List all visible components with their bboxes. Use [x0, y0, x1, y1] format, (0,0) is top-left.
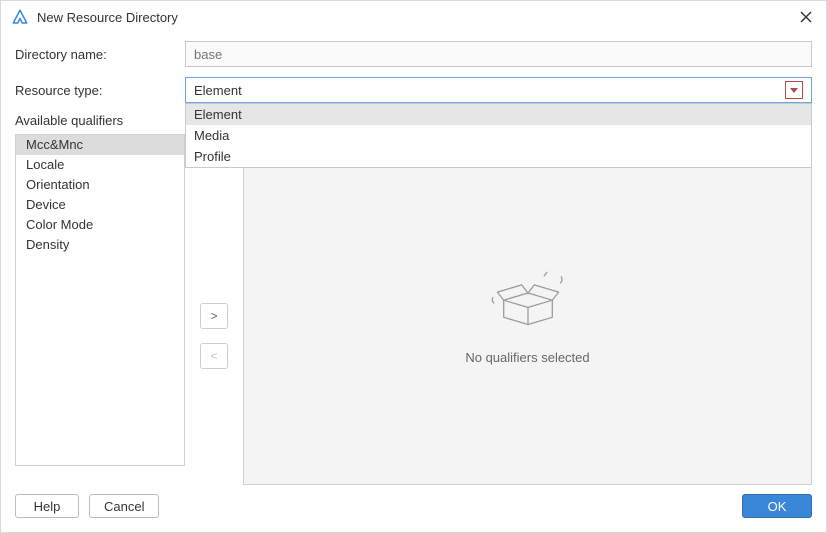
content-area: Available qualifiers Mcc&MncLocaleOrient… [15, 113, 812, 515]
qualifier-item[interactable]: Orientation [16, 175, 184, 195]
transfer-buttons-column: > < [185, 183, 243, 515]
resource-type-value: Element [194, 83, 785, 98]
available-qualifiers-column: Available qualifiers Mcc&MncLocaleOrient… [15, 113, 185, 515]
window-title: New Resource Directory [37, 10, 796, 25]
dialog-body: Directory name: Resource type: Element E… [1, 33, 826, 515]
new-resource-directory-dialog: New Resource Directory Directory name: R… [0, 0, 827, 533]
resource-type-row: Resource type: Element ElementMediaProfi… [15, 77, 812, 103]
cancel-button[interactable]: Cancel [89, 494, 159, 518]
chevron-left-icon: < [210, 349, 217, 363]
no-qualifiers-message: No qualifiers selected [465, 350, 589, 365]
resource-type-option[interactable]: Profile [186, 146, 811, 167]
selected-qualifiers-panel: No qualifiers selected [243, 151, 812, 485]
app-icon [11, 8, 29, 26]
qualifier-item[interactable]: Density [16, 235, 184, 255]
chevron-right-icon: > [210, 309, 217, 323]
close-icon [800, 11, 812, 23]
resource-type-option[interactable]: Media [186, 125, 811, 146]
directory-name-row: Directory name: [15, 41, 812, 67]
help-button[interactable]: Help [15, 494, 79, 518]
available-qualifiers-heading: Available qualifiers [15, 113, 185, 128]
directory-name-input[interactable] [185, 41, 812, 67]
resource-type-select[interactable]: Element [185, 77, 812, 103]
resource-type-dropdown: ElementMediaProfile [185, 103, 812, 168]
close-button[interactable] [796, 7, 816, 27]
qualifier-item[interactable]: Device [16, 195, 184, 215]
dropdown-arrow-icon [785, 81, 803, 99]
resource-type-label: Resource type: [15, 83, 185, 98]
title-bar: New Resource Directory [1, 1, 826, 33]
qualifier-item[interactable]: Mcc&Mnc [16, 135, 184, 155]
dialog-footer: Help Cancel OK [15, 494, 812, 518]
resource-type-option[interactable]: Element [186, 104, 811, 125]
remove-qualifier-button[interactable]: < [200, 343, 228, 369]
qualifier-item[interactable]: Color Mode [16, 215, 184, 235]
add-qualifier-button[interactable]: > [200, 303, 228, 329]
available-qualifiers-list[interactable]: Mcc&MncLocaleOrientationDeviceColor Mode… [15, 134, 185, 466]
selected-qualifiers-column: No qualifiers selected [243, 113, 812, 515]
qualifier-item[interactable]: Locale [16, 155, 184, 175]
ok-button[interactable]: OK [742, 494, 812, 518]
directory-name-label: Directory name: [15, 47, 185, 62]
empty-box-icon [483, 272, 573, 332]
